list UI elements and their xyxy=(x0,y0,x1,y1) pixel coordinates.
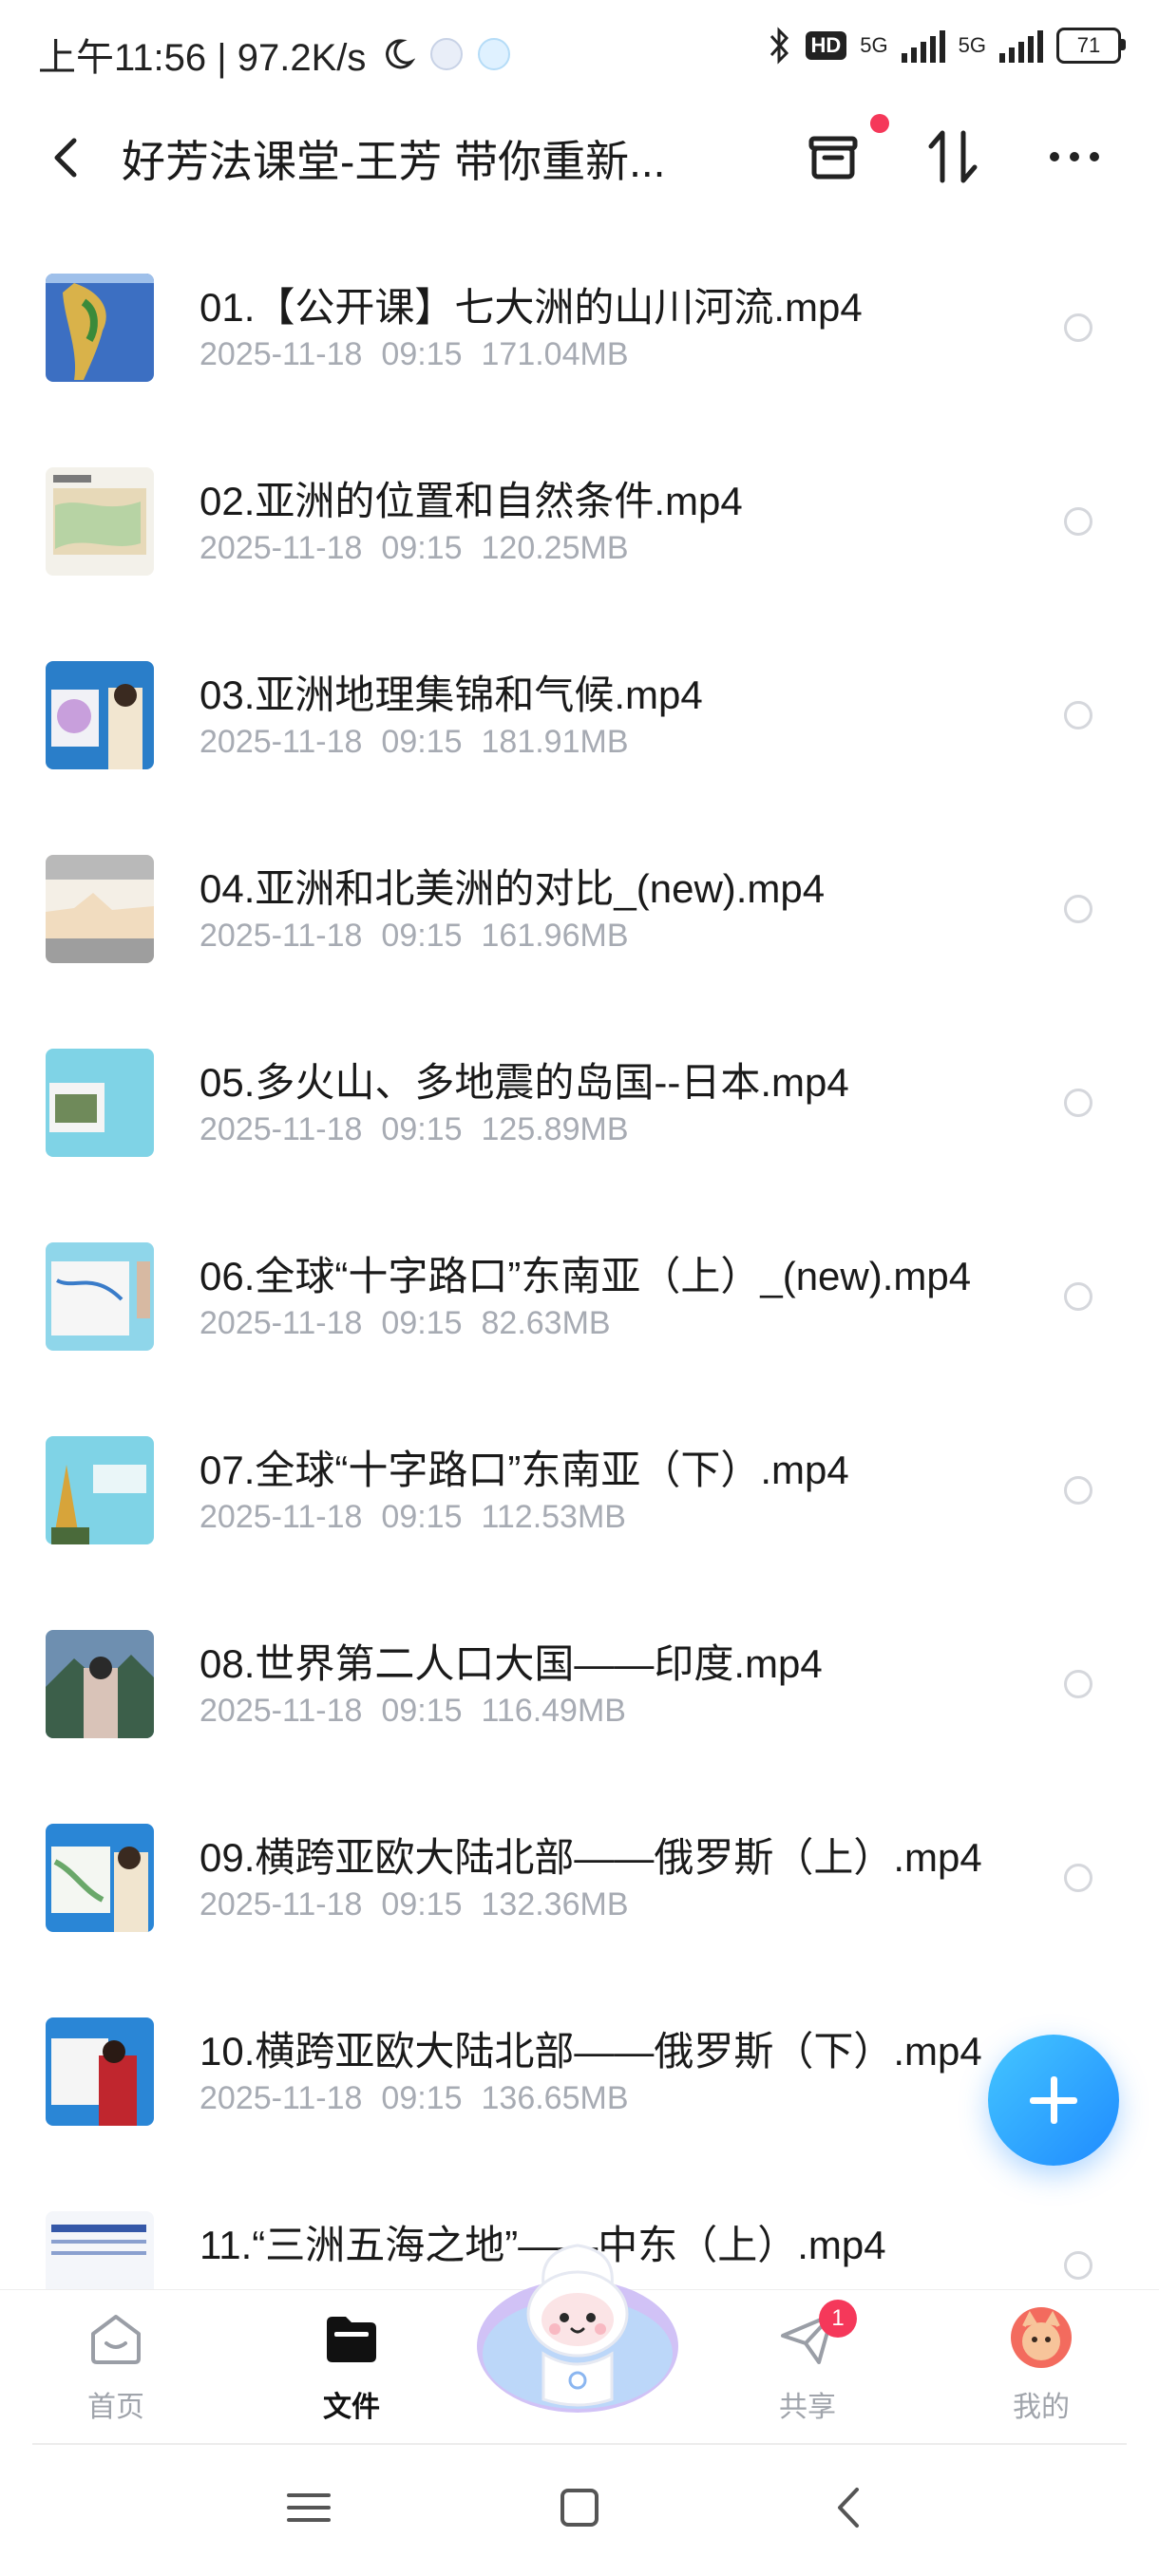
video-thumbnail xyxy=(46,1436,154,1544)
system-nav-bar xyxy=(0,2446,1159,2576)
moon-icon xyxy=(386,39,416,69)
net-label-1: 5G xyxy=(860,33,888,57)
file-row[interactable]: 01.【公开课】七大洲的山川河流.mp4 2025-11-18 09:15 171.… xyxy=(0,218,1159,412)
file-row[interactable]: 02.亚洲的位置和自然条件.mp4 2025-11-18 09:15 120.25M… xyxy=(0,412,1159,606)
signal-icon-2 xyxy=(999,28,1043,63)
nav-home[interactable]: 首页 xyxy=(21,2290,211,2447)
file-meta: 2025-11-18 09:15 116.49MB xyxy=(200,1693,626,1729)
back-icon[interactable] xyxy=(817,2474,884,2541)
file-row[interactable]: 04.亚洲和北美洲的对比_(new).mp4 2025-11-18 09:15 16… xyxy=(0,800,1159,994)
file-name: 02.亚洲的位置和自然条件.mp4 xyxy=(200,479,743,523)
video-thumbnail xyxy=(46,1242,154,1351)
select-radio[interactable] xyxy=(1064,701,1092,729)
video-thumbnail xyxy=(46,274,154,382)
menu-icon[interactable] xyxy=(276,2474,342,2541)
app-notification-icon xyxy=(430,38,464,70)
home-icon xyxy=(91,2315,141,2364)
archive-box-icon[interactable] xyxy=(800,123,866,190)
file-row[interactable]: 10.横跨亚欧大陆北部——俄罗斯（下）.mp4 2025-11-18 09:15 1… xyxy=(0,1962,1159,2156)
file-row[interactable]: 07.全球“十字路口”东南亚（下）.mp4 2025-11-18 09:15 112… xyxy=(0,1381,1159,1575)
bluetooth-icon xyxy=(770,27,788,65)
archive-badge-dot xyxy=(870,114,889,133)
select-radio[interactable] xyxy=(1064,1089,1092,1117)
nav-mine[interactable]: 我的 xyxy=(946,2290,1136,2447)
select-radio[interactable] xyxy=(1064,507,1092,536)
nav-home-label: 首页 xyxy=(87,2392,144,2423)
file-meta: 2025-11-18 09:15 161.96MB xyxy=(200,918,629,954)
file-list: 01.【公开课】七大洲的山川河流.mp4 2025-11-18 09:15 171.… xyxy=(0,218,1159,2289)
add-button[interactable] xyxy=(988,2035,1119,2166)
home-square-icon[interactable] xyxy=(546,2474,613,2541)
video-thumbnail xyxy=(46,1049,154,1157)
video-thumbnail xyxy=(46,855,154,963)
hd-badge: HD xyxy=(805,31,847,60)
folder-icon xyxy=(327,2317,376,2362)
video-thumbnail xyxy=(46,467,154,576)
file-row[interactable]: 06.全球“十字路口”东南亚（上）_(new).mp4 2025-11-18 09… xyxy=(0,1187,1159,1381)
status-right: HD 5G 5G 71 xyxy=(766,27,1126,65)
select-radio[interactable] xyxy=(1064,1864,1092,1892)
file-meta: 2025-11-18 09:15 112.53MB xyxy=(200,1499,626,1535)
page-title: 好芳法课堂-王芳 带你重新... xyxy=(122,137,666,186)
file-name: 09.横跨亚欧大陆北部——俄罗斯（上）.mp4 xyxy=(200,1835,982,1880)
file-row[interactable]: 05.多火山、多地震的岛国--日本.mp4 2025-11-18 09:15 125… xyxy=(0,994,1159,1187)
video-thumbnail xyxy=(46,2017,154,2126)
nav-files-label: 文件 xyxy=(323,2392,380,2423)
file-name: 05.多火山、多地震的岛国--日本.mp4 xyxy=(200,1060,849,1105)
file-name: 08.世界第二人口大国——印度.mp4 xyxy=(200,1641,823,1686)
video-thumbnail xyxy=(46,1824,154,1932)
file-name: 07.全球“十字路口”东南亚（下）.mp4 xyxy=(200,1448,849,1492)
file-name: 03.亚洲地理集锦和气候.mp4 xyxy=(200,672,703,717)
nav-divider xyxy=(32,2443,1127,2445)
status-time-speed: 上午11:56 | 97.2K/s xyxy=(38,37,367,79)
file-meta: 2025-11-18 09:15 132.36MB xyxy=(200,1886,629,1923)
video-thumbnail xyxy=(46,661,154,769)
select-radio[interactable] xyxy=(1064,895,1092,923)
assistant-mascot-button[interactable] xyxy=(473,2232,682,2422)
video-thumbnail xyxy=(46,1630,154,1738)
nav-share[interactable]: 1 共享 xyxy=(712,2290,902,2447)
file-name: 01.【公开课】七大洲的山川河流.mp4 xyxy=(200,285,863,330)
header: 好芳法课堂-王芳 带你重新... xyxy=(0,104,1159,209)
select-radio[interactable] xyxy=(1064,1476,1092,1505)
video-thumbnail xyxy=(46,2211,154,2289)
select-radio[interactable] xyxy=(1064,1282,1092,1311)
file-name: 10.横跨亚欧大陆北部——俄罗斯（下）.mp4 xyxy=(200,2029,982,2074)
share-badge: 1 xyxy=(819,2300,857,2338)
sort-icon[interactable] xyxy=(920,123,986,190)
file-row[interactable]: 08.世界第二人口大国——印度.mp4 2025-11-18 09:15 116.4… xyxy=(0,1575,1159,1769)
nav-mine-label: 我的 xyxy=(1013,2392,1070,2423)
avatar xyxy=(1011,2307,1072,2368)
file-meta: 2025-11-18 09:15 125.89MB xyxy=(200,1111,629,1147)
file-meta: 2025-11-18 09:15 136.65MB xyxy=(200,2080,629,2116)
battery-indicator: 71 xyxy=(1056,28,1126,64)
file-row[interactable]: 09.横跨亚欧大陆北部——俄罗斯（上）.mp4 2025-11-18 09:15 1… xyxy=(0,1769,1159,1962)
upload-notification-icon xyxy=(478,38,511,70)
file-meta: 2025-11-18 09:15 181.91MB xyxy=(200,724,629,760)
file-meta: 2025-11-18 09:15 171.04MB xyxy=(200,336,629,372)
file-name: 06.全球“十字路口”东南亚（上）_(new).mp4 xyxy=(200,1254,972,1298)
file-meta: 2025-11-18 09:15 120.25MB xyxy=(200,530,629,566)
signal-icon-1 xyxy=(901,28,945,63)
file-meta: 2025-11-18 09:15 82.63MB xyxy=(200,1305,611,1341)
nav-files[interactable]: 文件 xyxy=(256,2290,446,2447)
select-radio[interactable] xyxy=(1064,313,1092,342)
select-radio[interactable] xyxy=(1064,1670,1092,1698)
more-options-icon[interactable] xyxy=(1041,123,1108,190)
status-left: 上午11:56 | 97.2K/s xyxy=(38,27,511,82)
net-label-2: 5G xyxy=(958,33,986,57)
file-row[interactable]: 03.亚洲地理集锦和气候.mp4 2025-11-18 09:15 181.91MB xyxy=(0,606,1159,800)
status-bar: 上午11:56 | 97.2K/s HD 5G 5G 71 xyxy=(0,0,1159,104)
file-name: 04.亚洲和北美洲的对比_(new).mp4 xyxy=(200,866,826,911)
back-arrow-icon[interactable] xyxy=(38,129,95,186)
select-radio[interactable] xyxy=(1064,2251,1092,2280)
nav-share-label: 共享 xyxy=(779,2392,836,2423)
